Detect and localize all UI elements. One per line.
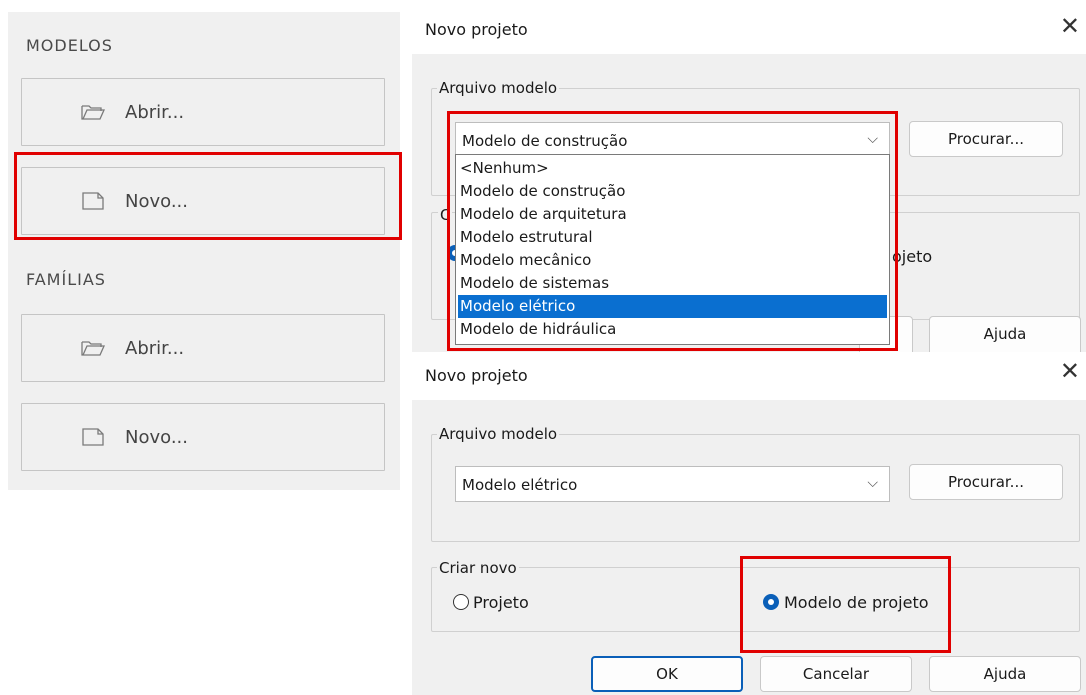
modelos-open-label: Abrir...: [125, 102, 185, 123]
modelos-open-button[interactable]: Abrir...: [21, 78, 385, 146]
familias-open-button[interactable]: Abrir...: [21, 314, 385, 382]
familias-new-label: Novo...: [125, 427, 188, 448]
template-combobox[interactable]: Modelo elétrico ⌵: [455, 466, 890, 502]
browse-button[interactable]: Procurar...: [909, 464, 1063, 500]
create-new-group-label: Criar novo: [437, 559, 519, 577]
folder-open-icon: [81, 105, 105, 120]
template-file-group-label: Arquivo modelo: [437, 425, 560, 443]
templates-panel: MODELOS Abrir... Novo... FAMÍLIAS Abrir.…: [8, 12, 400, 490]
help-button[interactable]: Ajuda: [929, 316, 1081, 352]
chevron-down-icon: ⌵: [867, 475, 878, 491]
folder-open-icon: [81, 341, 105, 356]
radio-modelo-label-partial: ojeto: [892, 247, 933, 266]
highlight-modelo-de-projeto: [740, 556, 951, 653]
close-icon[interactable]: ✕: [1060, 14, 1080, 38]
familias-new-button[interactable]: Novo...: [21, 403, 385, 471]
highlight-template-dropdown: [447, 111, 898, 351]
help-button[interactable]: Ajuda: [929, 656, 1081, 692]
new-document-icon: [82, 428, 104, 446]
template-file-group-label: Arquivo modelo: [437, 79, 560, 97]
close-icon[interactable]: ✕: [1060, 359, 1080, 383]
dialog-title: Novo projeto: [425, 20, 528, 39]
ok-button[interactable]: OK: [591, 656, 743, 692]
cancel-button[interactable]: Cancelar: [760, 656, 912, 692]
dialog-title-bar: Novo projeto ✕: [412, 354, 1086, 400]
dialog-title-bar: Novo projeto ✕: [412, 0, 1086, 54]
highlight-novo-button: [14, 152, 402, 240]
familias-section-title: FAMÍLIAS: [26, 270, 106, 289]
modelos-section-title: MODELOS: [26, 36, 113, 55]
familias-open-label: Abrir...: [125, 338, 185, 359]
browse-button[interactable]: Procurar...: [909, 121, 1063, 157]
dialog-title: Novo projeto: [425, 366, 528, 385]
template-combobox-value: Modelo elétrico: [462, 476, 578, 494]
radio-projeto[interactable]: [453, 594, 469, 610]
radio-projeto-label: Projeto: [473, 593, 529, 612]
